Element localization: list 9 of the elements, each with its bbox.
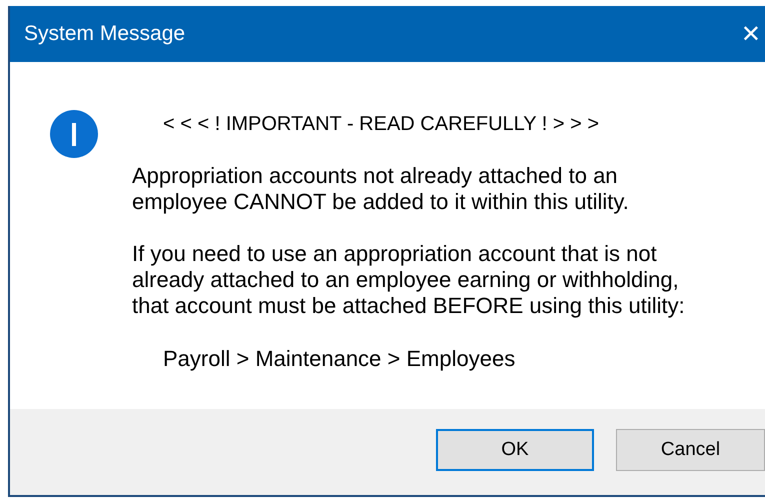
window-title: System Message — [24, 22, 186, 46]
message-paragraph: Appropriation accounts not already attached to an employee CANNOT be added to it within this utility. — [132, 163, 630, 215]
close-button[interactable]: ✕ — [730, 20, 765, 48]
message-paragraph: If you need to use an appropriation account that is not already attached to an employee earning or withholding, that account must be attached BEFORE using this utility: — [132, 241, 685, 319]
ok-button[interactable]: OK — [436, 429, 594, 471]
info-icon — [50, 110, 98, 158]
cancel-button[interactable]: Cancel — [616, 429, 765, 471]
message-heading: < < < ! IMPORTANT - READ CAREFULLY ! > > > — [162, 112, 600, 137]
menu-path: Payroll > Maintenance > Employees — [162, 346, 516, 372]
